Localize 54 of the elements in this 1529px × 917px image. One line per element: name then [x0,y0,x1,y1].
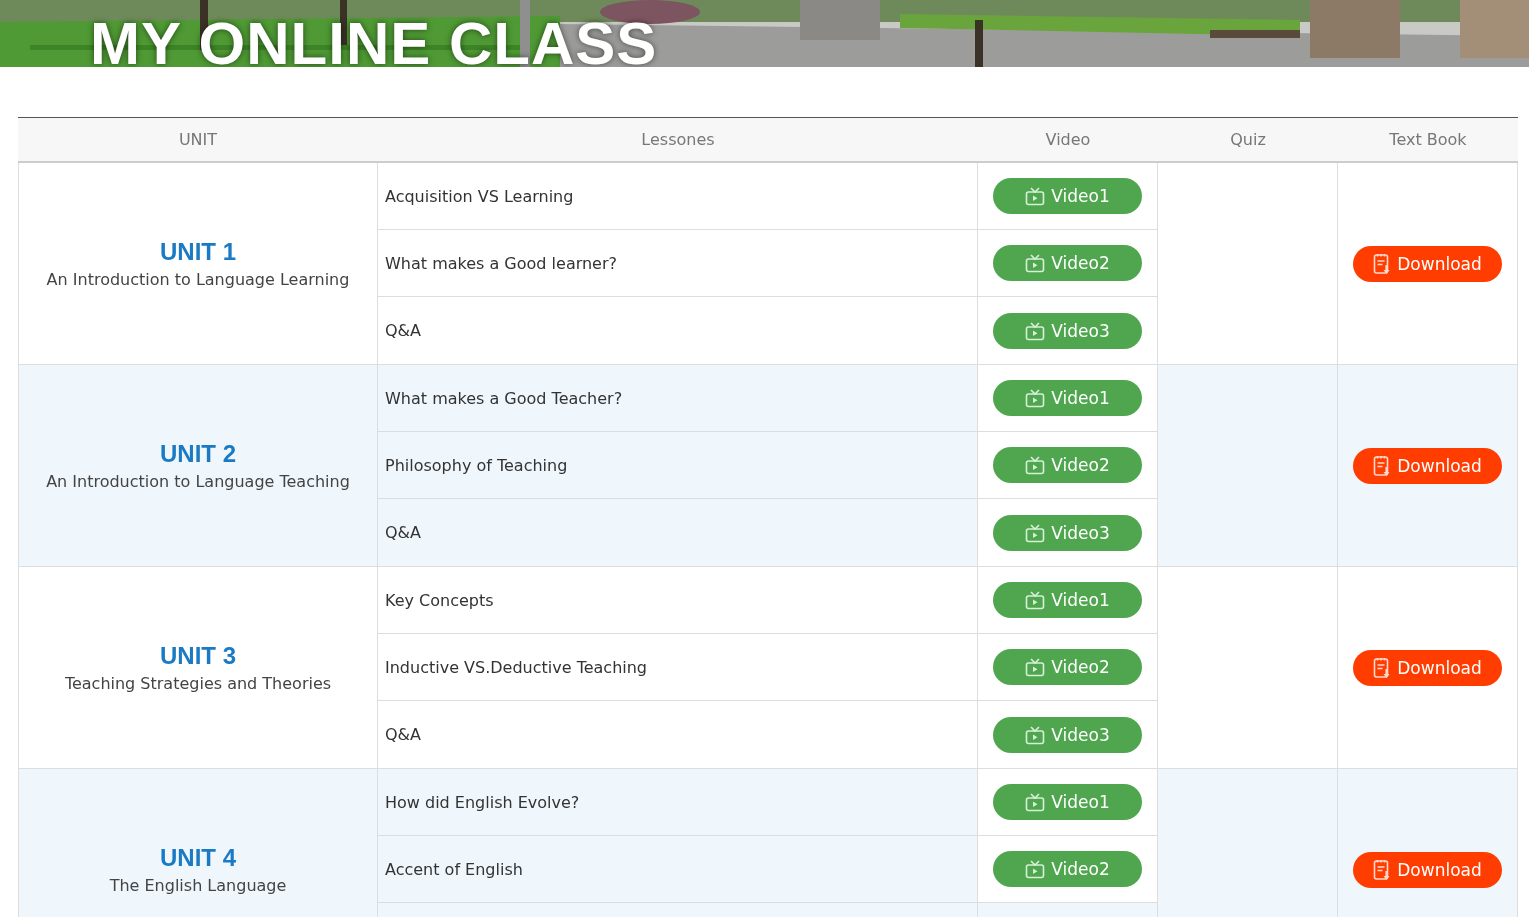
lesson-title: Inductive VS.Deductive Teaching [385,657,647,677]
lesson-title: What makes a Good learner? [385,253,618,273]
download-button[interactable]: Download [1353,245,1502,282]
video-button[interactable]: Video3 [993,514,1142,551]
download-button[interactable]: Download [1353,851,1502,888]
tv-icon [1025,792,1046,812]
unit-subtitle: An Introduction to Language Teaching [46,472,350,491]
lesson-title: Philosophy of Teaching [385,455,568,475]
tv-icon [1025,253,1046,273]
video-button[interactable]: Video2 [993,851,1142,887]
video-button[interactable]: Video2 [993,649,1142,685]
lesson-title: Acquisition VS Learning [385,186,574,206]
video-button[interactable]: Video3 [993,312,1142,349]
unit-subtitle: Teaching Strategies and Theories [64,674,332,693]
unit-title: UNIT 2 [160,440,236,468]
lesson-title: How did English Evolve? [385,792,580,812]
download-button[interactable]: Download [1353,649,1502,686]
document-download-icon [1373,656,1392,679]
video-button[interactable]: Video1 [993,178,1142,214]
lesson-title: Q&A [385,321,421,340]
tv-icon [1025,859,1046,879]
document-download-icon [1373,252,1392,275]
unit-title: UNIT 3 [160,642,236,670]
tv-icon [1025,657,1046,677]
tv-icon [1025,590,1046,610]
document-download-icon [1373,858,1392,881]
lesson-title: Q&A [385,725,421,744]
tv-icon [1025,724,1046,745]
unit-title: UNIT 1 [160,238,236,266]
tv-icon [1025,455,1046,475]
lesson-title: What makes a Good Teacher? [385,388,623,408]
column-header: Quiz [1229,129,1267,151]
tv-icon [1025,388,1046,408]
lesson-title: Key Concepts [385,590,494,610]
video-button[interactable]: Video2 [993,245,1142,281]
unit-subtitle: The English Language [109,876,287,895]
video-button[interactable]: Video2 [993,447,1142,483]
lesson-title: Q&A [385,523,421,542]
download-button[interactable]: Download [1353,447,1502,484]
video-button[interactable]: Video1 [993,784,1142,820]
video-button[interactable]: Video3 [993,716,1142,753]
tv-icon [1025,320,1046,341]
tv-icon [1025,522,1046,543]
column-header: Lessones [640,129,716,151]
video-button[interactable]: Video1 [993,380,1142,416]
unit-subtitle: An Introduction to Language Learning [46,270,350,289]
video-button[interactable]: Video1 [993,582,1142,618]
column-header: UNIT [177,129,219,151]
tv-icon [1025,186,1046,206]
column-header: Video [1044,129,1092,151]
unit-title: UNIT 4 [160,844,236,872]
lesson-title: Accent of English [385,859,523,879]
document-download-icon [1373,454,1392,477]
column-header: Text Book [1388,129,1468,151]
